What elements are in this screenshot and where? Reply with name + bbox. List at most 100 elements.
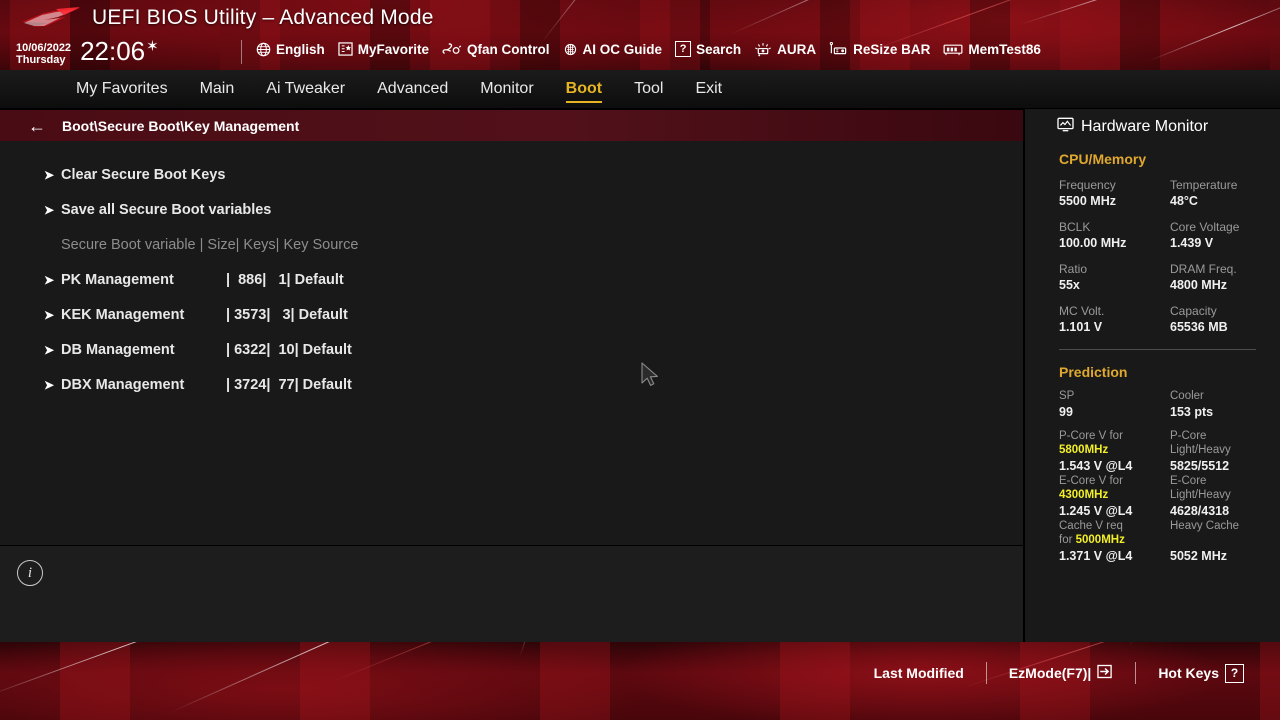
value-temperature: 48°C (1170, 194, 1198, 208)
row-label: KEK Management (61, 306, 185, 323)
row-values: | 3724| 77| Default (226, 376, 352, 393)
header-toolbar: English MyFavorite Qfan Control AI OC Gu… (256, 41, 1041, 57)
pcore-lh-text-a: P-Core (1170, 430, 1207, 442)
tool-ai-oc-guide[interactable]: AI OC Guide (563, 41, 663, 57)
tool-myfavorite[interactable]: MyFavorite (338, 42, 429, 57)
hardware-monitor-title: Hardware Monitor (1025, 109, 1280, 137)
tab-boot[interactable]: Boot (550, 80, 618, 103)
table-header-label: Secure Boot variable | Size| Keys| Key S… (61, 236, 359, 253)
ezmode-button[interactable]: EzMode(F7)| (987, 664, 1135, 682)
menu-item-clear-secure-boot-keys[interactable]: ➤ Clear Secure Boot Keys (0, 157, 1023, 192)
tool-aura[interactable]: AURA (754, 42, 816, 57)
ecore-lh-text-a: E-Core (1170, 475, 1207, 487)
aura-light-icon (754, 42, 772, 57)
hotkeys-button[interactable]: Hot Keys ? (1136, 663, 1266, 683)
arrow-bullet-icon: ➤ (44, 202, 55, 217)
tab-my-favorites[interactable]: My Favorites (60, 80, 184, 98)
tool-resize-bar[interactable]: ReSize BAR (829, 41, 931, 57)
ecore-lh-text-b: Light/Heavy (1170, 489, 1231, 501)
row-label: PK Management (61, 271, 174, 288)
header-divider (241, 40, 242, 64)
table-row-db-management[interactable]: ➤ DB Management | 6322| 10| Default (0, 332, 1023, 367)
pcore-v-text: P-Core V for (1059, 430, 1123, 442)
table-row-dbx-management[interactable]: ➤ DBX Management | 3724| 77| Default (0, 367, 1023, 402)
header-bar: UEFI BIOS Utility – Advanced Mode 10/06/… (0, 0, 1280, 70)
back-arrow-icon[interactable]: ← (28, 117, 46, 135)
tool-label: AI OC Guide (582, 41, 663, 57)
label-dram-freq: DRAM Freq. (1170, 262, 1237, 276)
fan-icon (442, 42, 462, 57)
tool-label: Qfan Control (467, 41, 550, 57)
value-pcore-light-heavy: 5825/5512 (1170, 459, 1230, 473)
ecore-freq-value: 4300MHz (1059, 489, 1109, 501)
tab-exit[interactable]: Exit (679, 80, 738, 98)
label-ecore-light-heavy: E-Core Light/Heavy (1170, 474, 1280, 502)
value-frequency: 5500 MHz (1059, 194, 1116, 208)
arrow-bullet-icon: ➤ (44, 167, 55, 182)
sidebar-divider (1059, 349, 1256, 350)
tab-advanced[interactable]: Advanced (361, 80, 464, 98)
tool-search[interactable]: ? Search (675, 41, 741, 57)
row-label: DB Management (61, 341, 175, 358)
tool-label: AURA (777, 41, 817, 57)
heavy-cache-text: Heavy Cache (1170, 520, 1240, 532)
tab-monitor[interactable]: Monitor (464, 80, 549, 98)
tab-main[interactable]: Main (184, 80, 251, 98)
value-mc-volt: 1.101 V (1059, 320, 1103, 334)
date-block: 10/06/2022 Thursday (16, 38, 71, 66)
ecore-v-text: E-Core V for (1059, 475, 1123, 487)
exit-arrow-icon (1097, 664, 1113, 682)
content-area: ← Boot\Secure Boot\Key Management ➤ Clea… (0, 109, 1023, 642)
page-title: UEFI BIOS Utility – Advanced Mode (92, 6, 434, 29)
resize-bar-icon (829, 41, 848, 57)
menu-item-save-all-secure-boot-variables[interactable]: ➤ Save all Secure Boot variables (0, 192, 1023, 227)
table-row-kek-management[interactable]: ➤ KEK Management | 3573| 3| Default (0, 297, 1023, 332)
chip-icon (563, 42, 578, 57)
value-core-voltage: 1.439 V (1170, 236, 1214, 250)
cache-v-text-b: for (1059, 534, 1073, 546)
value-cache-v: 1.371 V @L4 (1059, 549, 1133, 563)
tool-memtest86[interactable]: MemTest86 (943, 42, 1041, 57)
row-values: | 886| 1| Default (226, 271, 344, 288)
value-heavy-cache: 5052 MHz (1170, 549, 1227, 563)
table-column-header: ➤ Secure Boot variable | Size| Keys| Key… (0, 227, 1023, 262)
footer-bar: Last Modified EzMode(F7)| Hot Keys ? Ver… (0, 642, 1280, 720)
last-modified-button[interactable]: Last Modified (852, 665, 986, 681)
footer-actions: Last Modified EzMode(F7)| Hot Keys ? (852, 662, 1266, 684)
hardware-monitor-label: Hardware Monitor (1081, 118, 1209, 135)
section-title-cpu-memory: CPU/Memory (1059, 151, 1147, 167)
label-pcore-light-heavy: P-Core Light/Heavy (1170, 420, 1280, 457)
monitor-icon (1057, 117, 1074, 137)
rog-logo-icon (18, 6, 84, 36)
pcore-freq-value: 5800MHz (1059, 444, 1109, 456)
main-menu-bar: My Favorites Main Ai Tweaker Advanced Mo… (0, 70, 1280, 109)
bios-screen: UEFI BIOS Utility – Advanced Mode 10/06/… (0, 0, 1280, 720)
cpu-memory-grid: Frequency Temperature 5500 MHz 48°C BCLK… (1025, 167, 1280, 335)
date-text: 10/06/2022 (16, 42, 72, 54)
tool-label: ReSize BAR (853, 41, 931, 57)
tool-qfan-control[interactable]: Qfan Control (442, 42, 550, 57)
info-icon[interactable]: i (17, 560, 43, 586)
value-ecore-v: 1.245 V @L4 (1059, 504, 1133, 518)
table-row-pk-management[interactable]: ➤ PK Management | 886| 1| Default (0, 262, 1023, 297)
value-dram-freq: 4800 MHz (1170, 278, 1227, 292)
star-list-icon (338, 42, 353, 56)
tab-tool[interactable]: Tool (618, 80, 679, 98)
arrow-bullet-icon: ➤ (44, 342, 55, 357)
pcore-lh-text-b: Light/Heavy (1170, 444, 1231, 456)
row-values: | 3573| 3| Default (226, 306, 348, 323)
arrow-bullet-icon: ➤ (44, 272, 55, 287)
label-pcore-v-for: P-Core V for 5800MHz (1059, 420, 1170, 457)
tab-ai-tweaker[interactable]: Ai Tweaker (250, 80, 361, 98)
row-values: | 6322| 10| Default (226, 341, 352, 358)
label-capacity: Capacity (1170, 304, 1217, 318)
label-ratio: Ratio (1059, 262, 1088, 276)
item-label: Save all Secure Boot variables (61, 201, 272, 218)
value-bclk: 100.00 MHz (1059, 236, 1127, 250)
tool-english[interactable]: English (256, 42, 325, 57)
settings-list: ➤ Clear Secure Boot Keys ➤ Save all Secu… (0, 141, 1023, 545)
label-frequency: Frequency (1059, 178, 1116, 192)
label-sp: SP (1059, 390, 1075, 402)
tool-label: MemTest86 (968, 41, 1041, 57)
gear-icon[interactable]: ✶ (146, 39, 159, 54)
